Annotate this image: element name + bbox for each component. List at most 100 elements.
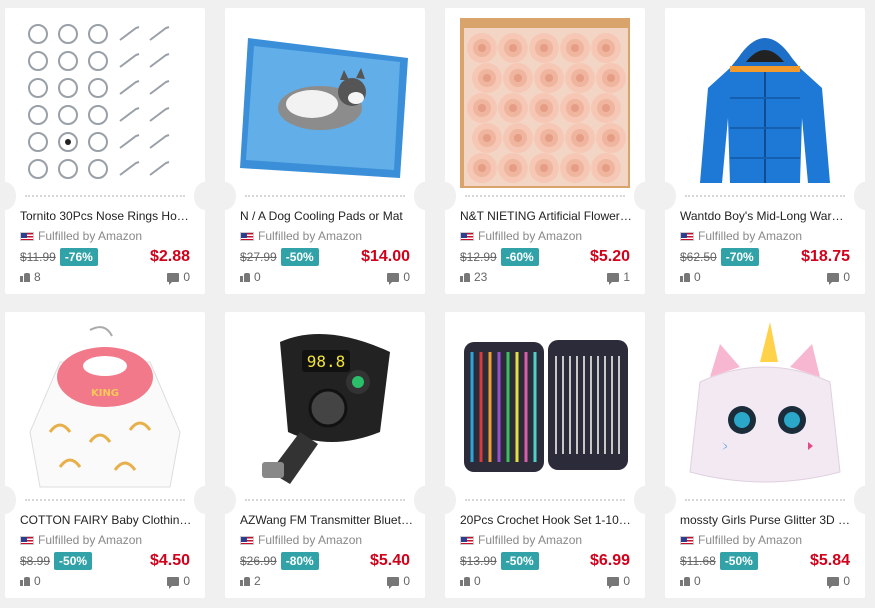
like-button[interactable]: 0 (240, 270, 261, 284)
product-image-bib[interactable]: KING (20, 322, 190, 492)
thumbs-up-icon (680, 272, 690, 282)
product-image-cooling-pad[interactable] (240, 18, 410, 188)
like-count: 0 (694, 574, 701, 588)
product-card[interactable]: N&T NIETING Artificial Flowers Roses Ful… (445, 8, 645, 294)
sale-price: $4.50 (149, 551, 190, 569)
ticket-notch (414, 182, 425, 210)
discount-badge: -76% (59, 247, 98, 266)
comment-button[interactable]: 0 (827, 270, 850, 285)
engagement-row: 23 1 (460, 270, 630, 285)
ticket-notch (225, 486, 236, 514)
ticket-notch (445, 182, 456, 210)
comment-icon (827, 576, 840, 589)
comment-button[interactable]: 1 (607, 270, 630, 285)
us-flag-icon (680, 231, 694, 241)
thumbs-up-icon (240, 272, 250, 282)
product-card[interactable]: Wantdo Boy's Mid-Long Warm Jacket Fulfil… (665, 8, 865, 294)
original-price: $13.99 (460, 553, 497, 568)
svg-text:98.8: 98.8 (307, 352, 346, 371)
us-flag-icon (240, 231, 254, 241)
comment-button[interactable]: 0 (167, 270, 190, 285)
like-button[interactable]: 0 (460, 574, 481, 588)
product-card[interactable]: N / A Dog Cooling Pads or Mat Fulfilled … (225, 8, 425, 294)
comment-button[interactable]: 0 (167, 574, 190, 589)
product-card[interactable]: 20Pcs Crochet Hook Set 1-10mm Fulfilled … (445, 312, 645, 598)
comment-icon (607, 272, 620, 285)
price-row: $11.99 -76% $2.88 (20, 247, 190, 266)
product-card[interactable]: 98.8 AZWang FM Transmitter Bluetooth Ful… (225, 312, 425, 598)
fulfilled-row: Fulfilled by Amazon (680, 533, 802, 547)
like-button[interactable]: 0 (680, 270, 701, 284)
ticket-notch (634, 182, 645, 210)
like-count: 0 (34, 574, 41, 588)
like-button[interactable]: 23 (460, 270, 487, 284)
divider (5, 499, 205, 501)
like-button[interactable]: 0 (20, 574, 41, 588)
product-title[interactable]: N / A Dog Cooling Pads or Mat (240, 209, 413, 223)
thumbs-up-icon (460, 576, 470, 586)
product-image-nose-rings[interactable] (20, 18, 190, 188)
comment-count: 0 (843, 574, 850, 588)
product-image-unicorn-purse[interactable] (680, 322, 850, 492)
like-count: 8 (34, 270, 41, 284)
engagement-row: 0 0 (460, 574, 630, 589)
fulfilled-label: Fulfilled by Amazon (698, 229, 803, 243)
divider (5, 195, 205, 197)
like-button[interactable]: 0 (680, 574, 701, 588)
product-image-roses[interactable] (460, 18, 630, 188)
ticket-notch (194, 486, 205, 514)
product-title[interactable]: N&T NIETING Artificial Flowers Roses (460, 209, 633, 223)
like-button[interactable]: 8 (20, 270, 41, 284)
product-card[interactable]: KING COTTON FAIRY Baby Clothing Bib Fulf… (5, 312, 205, 598)
discount-badge: -80% (280, 551, 319, 570)
thumbs-up-icon (460, 272, 470, 282)
ticket-notch (665, 182, 676, 210)
comment-icon (827, 272, 840, 285)
product-title[interactable]: AZWang FM Transmitter Bluetooth (240, 513, 413, 527)
product-title[interactable]: Wantdo Boy's Mid-Long Warm Jacket (680, 209, 853, 223)
product-title[interactable]: 20Pcs Crochet Hook Set 1-10mm (460, 513, 633, 527)
fulfilled-row: Fulfilled by Amazon (240, 533, 362, 547)
product-image-fm-transmitter[interactable]: 98.8 (240, 322, 410, 492)
ticket-notch (634, 486, 645, 514)
ticket-notch (225, 182, 236, 210)
fulfilled-row: Fulfilled by Amazon (20, 229, 142, 243)
sale-price: $2.88 (149, 247, 190, 265)
comment-button[interactable]: 0 (387, 270, 410, 285)
original-price: $27.99 (240, 249, 277, 264)
us-flag-icon (20, 231, 34, 241)
product-image-crochet-hooks[interactable] (460, 322, 630, 492)
us-flag-icon (20, 535, 34, 545)
engagement-row: 0 0 (20, 574, 190, 589)
like-count: 23 (474, 270, 488, 284)
like-button[interactable]: 2 (240, 574, 261, 588)
fulfilled-row: Fulfilled by Amazon (680, 229, 802, 243)
fulfilled-label: Fulfilled by Amazon (38, 229, 143, 243)
comment-button[interactable]: 0 (827, 574, 850, 589)
product-card[interactable]: Tornito 30Pcs Nose Rings Hoop Stud Set F… (5, 8, 205, 294)
engagement-row: 0 0 (680, 574, 850, 589)
us-flag-icon (240, 535, 254, 545)
product-grid: Tornito 30Pcs Nose Rings Hoop Stud Set F… (0, 0, 875, 608)
sale-price: $6.99 (589, 551, 630, 569)
like-count: 0 (694, 270, 701, 284)
price-row: $8.99 -50% $4.50 (20, 551, 190, 570)
product-title[interactable]: COTTON FAIRY Baby Clothing Bib (20, 513, 193, 527)
comment-button[interactable]: 0 (607, 574, 630, 589)
product-image-jacket[interactable] (680, 18, 850, 188)
ticket-notch (5, 486, 16, 514)
original-price: $26.99 (240, 553, 277, 568)
sale-price: $5.40 (369, 551, 410, 569)
product-card[interactable]: mossty Girls Purse Glitter 3D Unicorn Fu… (665, 312, 865, 598)
thumbs-up-icon (240, 576, 250, 586)
fulfilled-label: Fulfilled by Amazon (478, 533, 583, 547)
divider (225, 195, 425, 197)
thumbs-up-icon (680, 576, 690, 586)
like-count: 0 (254, 270, 261, 284)
comment-button[interactable]: 0 (387, 574, 410, 589)
product-title[interactable]: mossty Girls Purse Glitter 3D Unicorn (680, 513, 853, 527)
product-title[interactable]: Tornito 30Pcs Nose Rings Hoop Stud Set (20, 209, 193, 223)
comment-count: 0 (403, 270, 410, 284)
comment-count: 0 (403, 574, 410, 588)
fulfilled-label: Fulfilled by Amazon (258, 229, 363, 243)
